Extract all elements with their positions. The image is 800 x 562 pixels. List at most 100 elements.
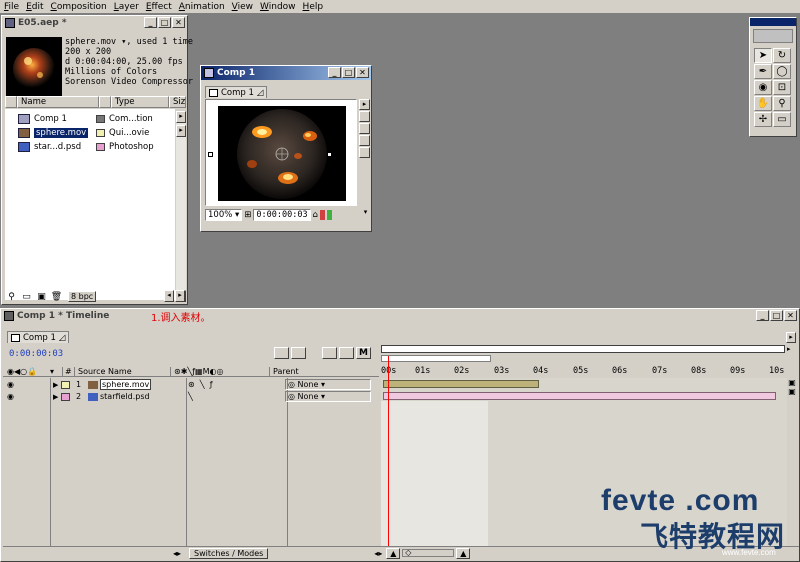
bpc-button[interactable]: 8 bpc xyxy=(68,291,97,302)
lock-toggle-icon[interactable] xyxy=(291,347,306,359)
layer-handle-left[interactable] xyxy=(208,152,213,157)
project-title-bar[interactable]: E05.aep * _ □ ✕ xyxy=(2,16,187,30)
comp-flowchart-icon[interactable] xyxy=(359,111,370,122)
video-eye-icon[interactable]: ◉ xyxy=(7,392,17,401)
view-axis-icon[interactable]: ▭ xyxy=(773,112,791,127)
pan-behind-tool-icon[interactable]: ⊡ xyxy=(773,80,791,95)
rotation-tool-icon[interactable]: ↻ xyxy=(773,48,791,63)
current-time-display[interactable]: 0:00:00:03 xyxy=(9,349,63,359)
label-color-swatch[interactable] xyxy=(96,129,105,137)
timecode-field[interactable]: 0:00:00:03 xyxy=(253,208,311,221)
tab-comp1[interactable]: Comp 1 ◿ xyxy=(205,86,268,98)
menu-animation[interactable]: Animation xyxy=(179,2,225,12)
layer-row-1[interactable]: ◉ ▶ 1 sphere.mov ⊛ ╲ ƒ ◎ None ▾ xyxy=(3,379,379,390)
comp-marker-icon[interactable] xyxy=(274,347,289,359)
safe-margins-icon[interactable]: ⊞ xyxy=(244,210,251,220)
menu-composition[interactable]: Composition xyxy=(51,2,107,12)
layer-switches[interactable]: ⊛ ╲ ƒ xyxy=(184,380,285,389)
zoom-in-icon[interactable]: ▲ xyxy=(456,547,471,559)
name-column-header[interactable]: Name xyxy=(17,96,99,108)
minimize-button[interactable]: _ xyxy=(328,67,341,78)
snapshot-icon[interactable]: ⌂ xyxy=(313,210,318,220)
green-channel-icon[interactable] xyxy=(327,209,332,220)
label-color-swatch[interactable] xyxy=(96,115,105,123)
zoom-tool-icon[interactable]: ⚲ xyxy=(773,96,791,111)
project-item-comp[interactable]: Comp 1 Com...tion xyxy=(5,112,153,126)
menu-help[interactable]: Help xyxy=(303,2,324,12)
zoom-slider[interactable]: ◇ xyxy=(402,548,455,557)
red-channel-icon[interactable] xyxy=(320,209,325,220)
navigator-end-icon[interactable]: ▸ xyxy=(787,345,797,355)
size-column-header[interactable]: Siz xyxy=(169,96,186,108)
minimize-button[interactable]: _ xyxy=(144,17,157,28)
work-area-bar[interactable] xyxy=(381,355,491,362)
time-navigator[interactable] xyxy=(381,345,785,353)
close-button[interactable]: ✕ xyxy=(356,67,369,78)
ellipse-tool-icon[interactable]: ◯ xyxy=(773,64,791,79)
scroll-button[interactable]: ▸ xyxy=(176,125,186,137)
comp-viewer[interactable] xyxy=(205,99,357,206)
panel-toggle-icon[interactable]: ◂▸ xyxy=(173,549,183,558)
layer-expand-triangle[interactable]: ▶ xyxy=(53,393,59,401)
scroll-corner-left[interactable]: ◂ xyxy=(164,290,174,302)
parent-dropdown[interactable]: ◎ None ▾ xyxy=(285,391,371,402)
maximize-button[interactable]: □ xyxy=(342,67,355,78)
timeline-menu-arrow[interactable]: ▸ xyxy=(786,332,796,343)
layer-label-color[interactable] xyxy=(61,392,70,401)
find-icon[interactable]: ⚲ xyxy=(5,292,18,302)
menu-effect[interactable]: Effect xyxy=(146,2,172,12)
comp-scroll-down[interactable]: ▾ xyxy=(361,208,370,220)
zoom-toggle-icon[interactable]: ◂▸ xyxy=(374,549,386,558)
comp-timeline-icon[interactable] xyxy=(359,123,370,134)
comp-grid-icon[interactable] xyxy=(359,135,370,146)
comp-menu-arrow[interactable]: ▸ xyxy=(359,99,370,110)
menu-layer[interactable]: Layer xyxy=(114,2,139,12)
layer-duration-bar-1[interactable] xyxy=(383,380,539,388)
layer-switches[interactable]: ╲ xyxy=(184,392,285,401)
selection-tool-icon[interactable]: ➤ xyxy=(754,48,772,63)
zoom-dropdown[interactable]: 100% ▾ xyxy=(205,208,243,221)
sort-column-header[interactable] xyxy=(99,96,111,108)
scroll-right-arrow[interactable]: ▸ xyxy=(176,111,186,123)
layer-handle-right[interactable] xyxy=(327,152,332,157)
timeline-title-bar[interactable]: Comp 1 * Timeline 1.调入素材。 _ □ ✕ xyxy=(1,309,799,324)
layer-label-color[interactable] xyxy=(61,380,70,389)
switches-modes-button[interactable]: Switches / Modes xyxy=(189,547,269,559)
time-ruler[interactable]: 00s 01s 02s 03s 04s 05s 06s 07s 08s 09s … xyxy=(381,366,791,378)
menu-edit[interactable]: Edit xyxy=(26,2,43,12)
close-button[interactable]: ✕ xyxy=(172,17,185,28)
frame-blending-icon[interactable] xyxy=(339,347,354,359)
layer-row-2[interactable]: ◉ ▶ 2 starfield.psd ╲ ◎ None ▾ xyxy=(3,391,379,402)
layer-side-icons[interactable]: ▣ ▣ xyxy=(787,378,797,402)
new-folder-icon[interactable]: ▭ xyxy=(20,292,33,302)
video-eye-icon[interactable]: ◉ xyxy=(7,380,17,389)
parent-column-header[interactable]: Parent xyxy=(269,366,299,376)
motion-blur-button[interactable]: M xyxy=(356,347,371,359)
label-column-header[interactable] xyxy=(5,96,17,108)
trash-icon[interactable]: 🗑 xyxy=(50,292,63,302)
project-item-starfield[interactable]: star...d.psd Photoshop xyxy=(5,140,154,154)
menu-window[interactable]: Window xyxy=(260,2,296,12)
layer-expand-triangle[interactable]: ▶ xyxy=(53,381,59,389)
pen-tool-icon[interactable]: ✒ xyxy=(754,64,772,79)
close-button[interactable]: ✕ xyxy=(784,310,797,321)
shy-toggle-icon[interactable] xyxy=(322,347,337,359)
label-color-swatch[interactable] xyxy=(96,143,105,151)
number-column-header[interactable]: # xyxy=(62,366,74,376)
tab-timeline-comp1[interactable]: Comp 1 ◿ xyxy=(7,331,70,343)
layer-duration-bar-2[interactable] xyxy=(383,392,776,400)
type-column-header[interactable]: Type xyxy=(111,96,169,108)
new-comp-icon[interactable]: ▣ xyxy=(35,292,48,302)
project-item-sphere[interactable]: sphere.mov Qui...ovie xyxy=(5,126,149,140)
maximize-button[interactable]: □ xyxy=(770,310,783,321)
menu-view[interactable]: View xyxy=(232,2,253,12)
camera-tool-icon[interactable]: ◉ xyxy=(754,80,772,95)
tools-title-bar[interactable] xyxy=(750,18,796,26)
axis-mode-icon[interactable]: ✢ xyxy=(754,112,772,127)
scroll-corner-right[interactable]: ▸ xyxy=(175,290,185,302)
maximize-button[interactable]: □ xyxy=(158,17,171,28)
minimize-button[interactable]: _ xyxy=(756,310,769,321)
comp-list-icon[interactable] xyxy=(359,147,370,158)
current-time-indicator[interactable] xyxy=(387,356,389,546)
parent-dropdown[interactable]: ◎ None ▾ xyxy=(285,379,371,390)
